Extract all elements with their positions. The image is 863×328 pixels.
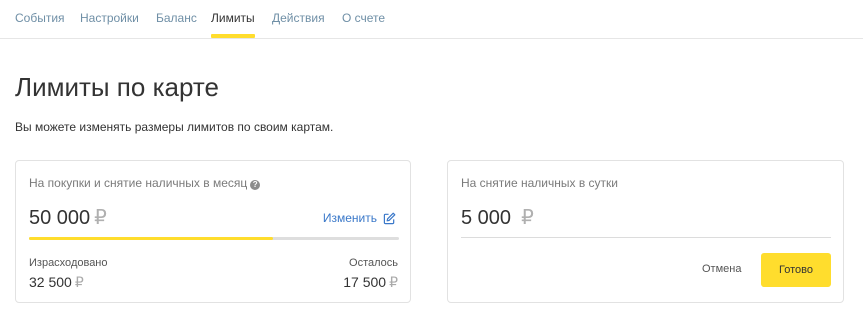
pencil-square-icon <box>383 212 396 224</box>
spent-progress-bar <box>29 237 399 240</box>
monthly-limit-label-row: На покупки и снятие наличных в месяц? <box>29 176 261 190</box>
daily-limit-card: На снятие наличных в сутки 5 000 ₽ Отмена… <box>447 160 844 303</box>
remaining-value: 17 500 <box>343 274 387 290</box>
spent-amount: 32 500 ₽ <box>29 274 84 291</box>
daily-limit-label: На снятие наличных в сутки <box>461 176 619 190</box>
done-button[interactable]: Готово <box>761 253 831 287</box>
remaining-label: Осталось <box>349 257 398 269</box>
remaining-amount: 17 500 ₽ <box>343 274 398 291</box>
spent-progress-fill <box>29 237 274 240</box>
monthly-limit-amount: 50 000 ₽ <box>29 205 107 230</box>
spent-label: Израсходовано <box>29 257 108 269</box>
edit-limit-label: Изменить <box>322 211 377 225</box>
monthly-limit-label: На покупки и снятие наличных в месяц <box>29 176 248 190</box>
spent-value: 32 500 <box>29 274 72 290</box>
monthly-limit-card: На покупки и снятие наличных в месяц? 50… <box>15 160 411 303</box>
monthly-limit-value: 50 000 <box>29 207 91 229</box>
tab-settings[interactable]: Настройки <box>80 11 139 25</box>
input-underline <box>461 237 831 238</box>
page-subtitle: Вы можете изменять размеры лимитов по св… <box>15 120 334 134</box>
tab-limits[interactable]: Лимиты <box>211 11 255 25</box>
limits-page: События Настройки Баланс Лимиты Действия… <box>0 0 863 328</box>
tab-actions[interactable]: Действия <box>272 11 325 25</box>
currency-symbol: ₽ <box>521 207 534 229</box>
tab-balance[interactable]: Баланс <box>156 11 197 25</box>
daily-limit-value: 5 000 <box>461 207 512 229</box>
active-tab-indicator <box>211 34 255 38</box>
cancel-button[interactable]: Отмена <box>702 263 741 275</box>
tab-about-account[interactable]: О счете <box>342 11 385 25</box>
tab-bar: События Настройки Баланс Лимиты Действия… <box>0 0 863 39</box>
currency-symbol: ₽ <box>389 274 398 290</box>
currency-symbol: ₽ <box>94 207 107 229</box>
daily-limit-input[interactable]: 5 000 ₽ <box>461 205 534 230</box>
edit-limit-button[interactable]: Изменить <box>323 211 396 225</box>
question-circle-icon[interactable]: ? <box>250 180 261 190</box>
page-title: Лимиты по карте <box>15 72 219 102</box>
currency-symbol: ₽ <box>74 274 84 290</box>
tab-events[interactable]: События <box>15 11 65 25</box>
